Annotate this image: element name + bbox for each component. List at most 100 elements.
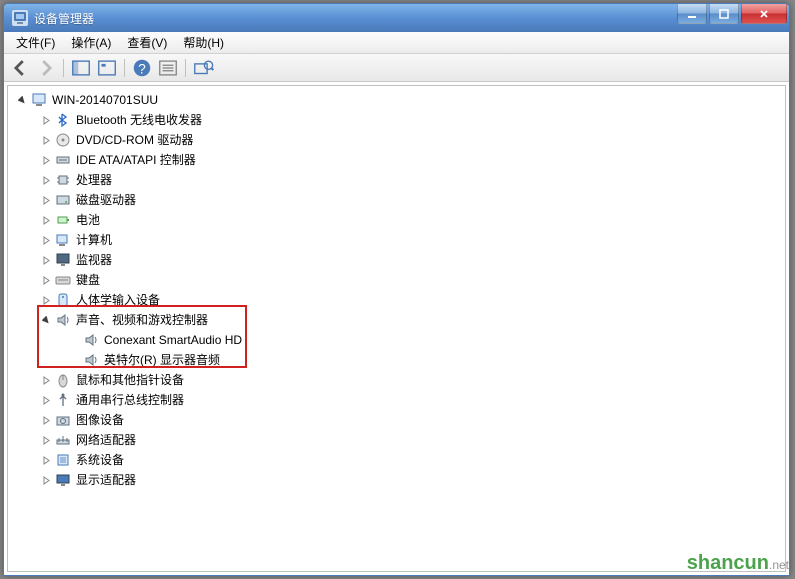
tree-category[interactable]: 声音、视频和游戏控制器 [12, 310, 781, 330]
expander-icon[interactable] [40, 454, 52, 466]
tree-root[interactable]: WIN-20140701SUU [12, 90, 781, 110]
expander-icon[interactable] [40, 314, 52, 326]
tree-category[interactable]: DVD/CD-ROM 驱动器 [12, 130, 781, 150]
toolbar: ? [4, 54, 789, 82]
expander-icon[interactable] [40, 134, 52, 146]
app-icon [12, 10, 28, 26]
menu-help[interactable]: 帮助(H) [175, 32, 232, 53]
expander-icon[interactable] [40, 434, 52, 446]
display-icon [54, 472, 72, 488]
toolbar-separator [185, 59, 186, 77]
hid-icon [54, 292, 72, 308]
mouse-icon [54, 372, 72, 388]
tree-category[interactable]: 系统设备 [12, 450, 781, 470]
device-manager-window: 设备管理器 文件(F) 操作(A) 查看(V) 帮助(H) ? WIN-2014… [3, 3, 790, 576]
properties-button[interactable] [95, 57, 119, 79]
tree-category[interactable]: 监视器 [12, 250, 781, 270]
maximize-button[interactable] [709, 4, 739, 24]
window-title: 设备管理器 [34, 10, 94, 27]
keyboard-icon [54, 272, 72, 288]
scan-hardware-button[interactable] [191, 57, 215, 79]
leaf-spacer [68, 354, 80, 366]
node-label: 系统设备 [76, 450, 124, 470]
close-button[interactable] [741, 4, 787, 24]
monitor-icon [54, 252, 72, 268]
ide-icon [54, 152, 72, 168]
node-label: DVD/CD-ROM 驱动器 [76, 130, 193, 150]
node-label: 计算机 [76, 230, 112, 250]
tree-category[interactable]: 键盘 [12, 270, 781, 290]
bluetooth-icon [54, 112, 72, 128]
expander-icon[interactable] [40, 194, 52, 206]
tree-category[interactable]: Bluetooth 无线电收发器 [12, 110, 781, 130]
nav-back-button[interactable] [8, 57, 32, 79]
menu-action[interactable]: 操作(A) [63, 32, 119, 53]
node-label: 声音、视频和游戏控制器 [76, 310, 208, 330]
tree-device[interactable]: 英特尔(R) 显示器音频 [12, 350, 781, 370]
speaker-icon [82, 352, 100, 368]
tree-device[interactable]: Conexant SmartAudio HD [12, 330, 781, 350]
node-label: Bluetooth 无线电收发器 [76, 110, 202, 130]
expander-icon[interactable] [40, 474, 52, 486]
node-label: 显示适配器 [76, 470, 136, 490]
toolbar-separator [124, 59, 125, 77]
network-icon [54, 432, 72, 448]
titlebar[interactable]: 设备管理器 [4, 4, 789, 32]
svg-text:?: ? [138, 61, 146, 76]
leaf-spacer [68, 334, 80, 346]
device-tree[interactable]: WIN-20140701SUUBluetooth 无线电收发器DVD/CD-RO… [7, 85, 786, 572]
nav-forward-button[interactable] [34, 57, 58, 79]
disc-icon [54, 132, 72, 148]
computer-icon [30, 92, 48, 108]
system-icon [54, 452, 72, 468]
node-label: 处理器 [76, 170, 112, 190]
tree-category[interactable]: 图像设备 [12, 410, 781, 430]
camera-icon [54, 412, 72, 428]
expander-icon[interactable] [40, 274, 52, 286]
node-label: 电池 [76, 210, 100, 230]
expander-icon[interactable] [40, 374, 52, 386]
tree-category[interactable]: IDE ATA/ATAPI 控制器 [12, 150, 781, 170]
expander-icon[interactable] [40, 254, 52, 266]
expander-icon[interactable] [40, 414, 52, 426]
audio-icon [54, 312, 72, 328]
disk-icon [54, 192, 72, 208]
node-label: 监视器 [76, 250, 112, 270]
tree-category[interactable]: 通用串行总线控制器 [12, 390, 781, 410]
view-console-button[interactable] [69, 57, 93, 79]
expander-icon[interactable] [40, 214, 52, 226]
node-label: 鼠标和其他指针设备 [76, 370, 184, 390]
expander-icon[interactable] [16, 94, 28, 106]
node-label: 人体学输入设备 [76, 290, 160, 310]
cpu-icon [54, 172, 72, 188]
tree-category[interactable]: 人体学输入设备 [12, 290, 781, 310]
details-button[interactable] [156, 57, 180, 79]
help-button[interactable]: ? [130, 57, 154, 79]
node-label: 图像设备 [76, 410, 124, 430]
node-label: 网络适配器 [76, 430, 136, 450]
expander-icon[interactable] [40, 394, 52, 406]
tree-category[interactable]: 网络适配器 [12, 430, 781, 450]
tree-category[interactable]: 电池 [12, 210, 781, 230]
watermark-suffix: .net [769, 558, 789, 572]
tree-category[interactable]: 磁盘驱动器 [12, 190, 781, 210]
minimize-button[interactable] [677, 4, 707, 24]
expander-icon[interactable] [40, 174, 52, 186]
tree-category[interactable]: 鼠标和其他指针设备 [12, 370, 781, 390]
expander-icon[interactable] [40, 234, 52, 246]
tree-category[interactable]: 计算机 [12, 230, 781, 250]
speaker-icon [82, 332, 100, 348]
menu-view[interactable]: 查看(V) [119, 32, 175, 53]
expander-icon[interactable] [40, 294, 52, 306]
toolbar-separator [63, 59, 64, 77]
node-label: 磁盘驱动器 [76, 190, 136, 210]
node-label: IDE ATA/ATAPI 控制器 [76, 150, 196, 170]
tree-category[interactable]: 处理器 [12, 170, 781, 190]
expander-icon[interactable] [40, 154, 52, 166]
menu-file[interactable]: 文件(F) [8, 32, 63, 53]
expander-icon[interactable] [40, 114, 52, 126]
usb-icon [54, 392, 72, 408]
node-label: 通用串行总线控制器 [76, 390, 184, 410]
tree-category[interactable]: 显示适配器 [12, 470, 781, 490]
computer-icon [54, 232, 72, 248]
